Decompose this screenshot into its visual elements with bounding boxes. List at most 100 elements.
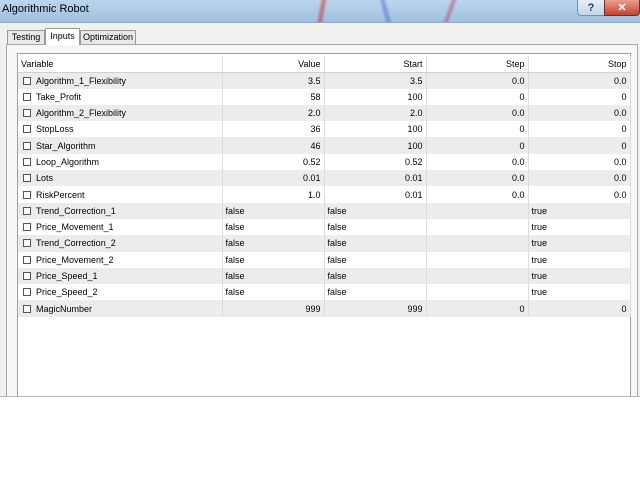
value-cell[interactable]: false bbox=[222, 251, 325, 268]
step-cell[interactable] bbox=[426, 284, 529, 301]
title-bar[interactable]: Algorithmic Robot ? ✕ bbox=[0, 0, 640, 23]
variable-cell[interactable]: Price_Speed_2 bbox=[18, 284, 223, 301]
variable-cell[interactable]: Take_Profit bbox=[18, 88, 223, 105]
value-cell[interactable]: 36 bbox=[222, 121, 325, 138]
optimize-checkbox[interactable] bbox=[23, 141, 31, 150]
start-cell[interactable]: 100 bbox=[324, 88, 427, 105]
header-value[interactable]: Value bbox=[222, 56, 325, 73]
variable-cell[interactable]: MagicNumber bbox=[18, 300, 223, 317]
table-row[interactable]: MagicNumber 999 999 0 0 bbox=[18, 300, 631, 317]
start-cell[interactable]: false bbox=[324, 202, 427, 219]
value-cell[interactable]: 3.5 bbox=[222, 72, 325, 89]
start-cell[interactable]: false bbox=[324, 267, 427, 285]
stop-cell[interactable]: 0.0 bbox=[528, 72, 631, 89]
start-cell[interactable]: false bbox=[324, 284, 427, 301]
optimize-checkbox[interactable] bbox=[23, 272, 31, 280]
stop-cell[interactable]: 0.0 bbox=[528, 104, 631, 122]
value-cell[interactable]: 0.01 bbox=[222, 170, 325, 187]
step-cell[interactable] bbox=[426, 218, 529, 236]
optimize-checkbox[interactable] bbox=[23, 255, 31, 264]
stop-cell[interactable]: 0.0 bbox=[528, 153, 631, 171]
table-row[interactable]: Trend_Correction_2 false false true bbox=[18, 235, 631, 252]
header-variable[interactable]: Variable bbox=[18, 56, 223, 73]
table-row[interactable]: Price_Movement_2 false false true bbox=[18, 251, 631, 268]
stop-cell[interactable]: 0.0 bbox=[528, 186, 631, 203]
stop-cell[interactable]: true bbox=[528, 251, 631, 268]
variable-cell[interactable]: Algorithm_1_Flexibility bbox=[18, 72, 223, 89]
variable-cell[interactable]: Star_Algorithm bbox=[18, 137, 223, 154]
value-cell[interactable]: 2.0 bbox=[222, 104, 325, 122]
tab-optimization[interactable]: Optimization bbox=[80, 30, 136, 44]
table-row[interactable]: Trend_Correction_1 false false true bbox=[18, 202, 631, 219]
table-row[interactable]: Star_Algorithm 46 100 0 0 bbox=[18, 137, 631, 154]
optimize-checkbox[interactable] bbox=[23, 92, 31, 101]
stop-cell[interactable]: 0 bbox=[528, 137, 631, 154]
table-row[interactable]: Price_Speed_1 false false true bbox=[18, 267, 631, 285]
start-cell[interactable]: false bbox=[324, 251, 427, 268]
step-cell[interactable] bbox=[426, 202, 529, 219]
start-cell[interactable]: false bbox=[324, 218, 427, 236]
variable-cell[interactable]: RiskPercent bbox=[18, 186, 223, 203]
step-cell[interactable] bbox=[426, 251, 529, 268]
table-row[interactable]: Lots 0.01 0.01 0.0 0.0 bbox=[18, 170, 631, 187]
stop-cell[interactable]: 0 bbox=[528, 88, 631, 105]
variable-cell[interactable]: Trend_Correction_1 bbox=[18, 202, 223, 219]
optimize-checkbox[interactable] bbox=[23, 76, 31, 85]
start-cell[interactable]: 2.0 bbox=[324, 104, 427, 122]
stop-cell[interactable]: 0 bbox=[528, 300, 631, 317]
value-cell[interactable]: false bbox=[222, 235, 325, 252]
optimize-checkbox[interactable] bbox=[23, 125, 31, 134]
variable-cell[interactable]: Trend_Correction_2 bbox=[18, 235, 223, 252]
table-row[interactable]: Loop_Algorithm 0.52 0.52 0.0 0.0 bbox=[18, 153, 631, 171]
value-cell[interactable]: false bbox=[222, 267, 325, 285]
table-row[interactable]: Price_Movement_1 false false true bbox=[18, 218, 631, 236]
start-cell[interactable]: 100 bbox=[324, 121, 427, 138]
stop-cell[interactable]: true bbox=[528, 235, 631, 252]
optimize-checkbox[interactable] bbox=[23, 157, 31, 166]
start-cell[interactable]: 0.01 bbox=[324, 170, 427, 187]
optimize-checkbox[interactable] bbox=[23, 190, 31, 199]
table-row[interactable]: Take_Profit 58 100 0 0 bbox=[18, 88, 631, 105]
optimize-checkbox[interactable] bbox=[23, 223, 31, 232]
variable-cell[interactable]: Price_Movement_2 bbox=[18, 251, 223, 268]
step-cell[interactable]: 0.0 bbox=[426, 153, 529, 171]
step-cell[interactable] bbox=[426, 267, 529, 285]
value-cell[interactable]: false bbox=[222, 218, 325, 236]
tab-inputs[interactable]: Inputs bbox=[45, 28, 80, 45]
optimize-checkbox[interactable] bbox=[23, 304, 31, 313]
variable-cell[interactable]: StopLoss bbox=[18, 121, 223, 138]
optimize-checkbox[interactable] bbox=[23, 174, 31, 183]
variable-cell[interactable]: Price_Speed_1 bbox=[18, 267, 223, 285]
start-cell[interactable]: 100 bbox=[324, 137, 427, 154]
stop-cell[interactable]: true bbox=[528, 267, 631, 285]
step-cell[interactable]: 0.0 bbox=[426, 104, 529, 122]
step-cell[interactable]: 0.0 bbox=[426, 72, 529, 89]
value-cell[interactable]: false bbox=[222, 284, 325, 301]
stop-cell[interactable]: true bbox=[528, 202, 631, 219]
start-cell[interactable]: 0.01 bbox=[324, 186, 427, 203]
close-button[interactable]: ✕ bbox=[604, 0, 640, 16]
table-row[interactable]: Price_Speed_2 false false true bbox=[18, 284, 631, 301]
step-cell[interactable]: 0 bbox=[426, 137, 529, 154]
step-cell[interactable]: 0 bbox=[426, 300, 529, 317]
step-cell[interactable]: 0.0 bbox=[426, 170, 529, 187]
start-cell[interactable]: 999 bbox=[324, 300, 427, 317]
step-cell[interactable]: 0 bbox=[426, 88, 529, 105]
value-cell[interactable]: 58 bbox=[222, 88, 325, 105]
start-cell[interactable]: 0.52 bbox=[324, 153, 427, 171]
step-cell[interactable]: 0.0 bbox=[426, 186, 529, 203]
step-cell[interactable]: 0 bbox=[426, 121, 529, 138]
stop-cell[interactable]: 0 bbox=[528, 121, 631, 138]
value-cell[interactable]: false bbox=[222, 202, 325, 219]
optimize-checkbox[interactable] bbox=[23, 288, 31, 297]
value-cell[interactable]: 46 bbox=[222, 137, 325, 154]
value-cell[interactable]: 0.52 bbox=[222, 153, 325, 171]
optimize-checkbox[interactable] bbox=[23, 109, 31, 118]
tab-testing[interactable]: Testing bbox=[7, 30, 45, 44]
help-button[interactable]: ? bbox=[577, 0, 605, 16]
header-start[interactable]: Start bbox=[324, 56, 427, 73]
variable-cell[interactable]: Loop_Algorithm bbox=[18, 153, 223, 171]
step-cell[interactable] bbox=[426, 235, 529, 252]
stop-cell[interactable]: 0.0 bbox=[528, 170, 631, 187]
variable-cell[interactable]: Lots bbox=[18, 170, 223, 187]
